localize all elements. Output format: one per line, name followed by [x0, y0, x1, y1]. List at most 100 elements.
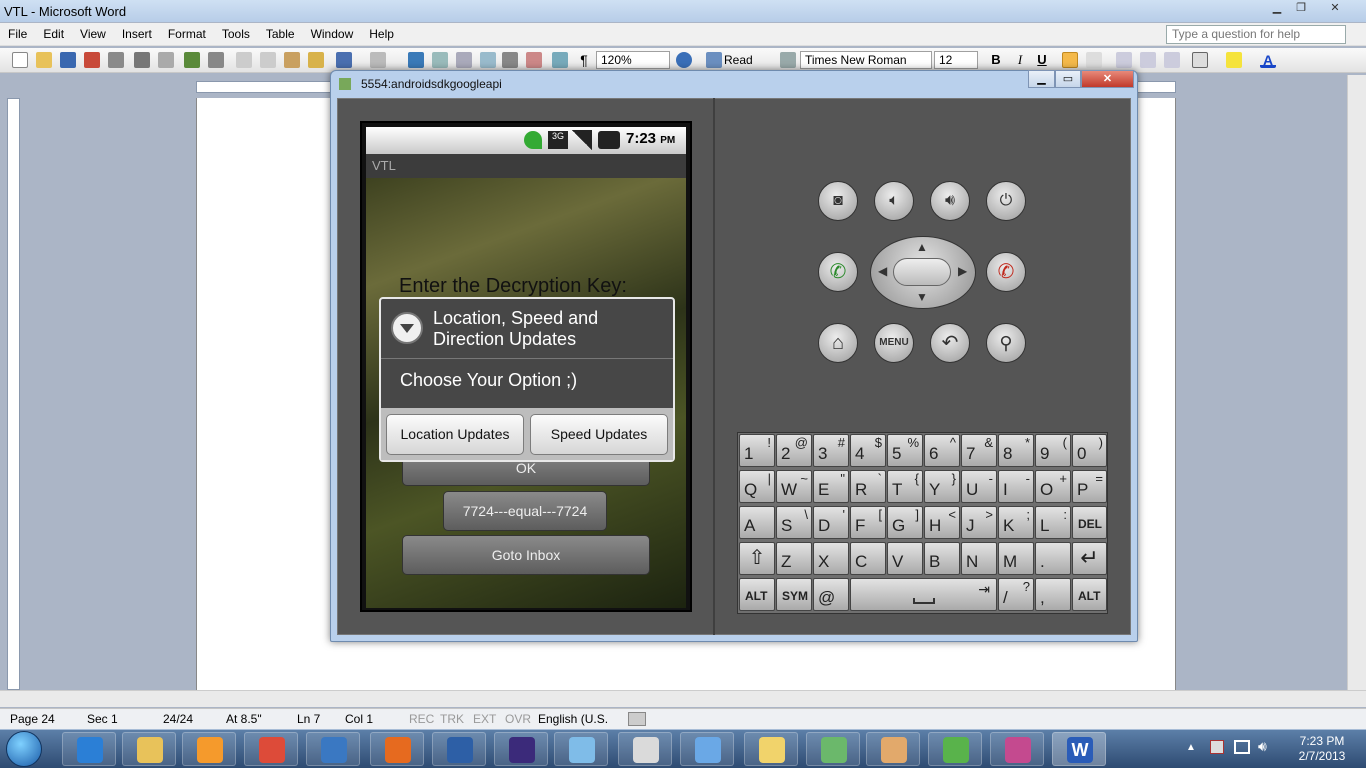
key-t[interactable]: T{	[887, 470, 923, 503]
insert-table-icon[interactable]	[456, 52, 472, 68]
italic-button[interactable]: I	[1012, 52, 1028, 68]
menu-window[interactable]: Window	[303, 27, 362, 41]
speed-updates-button[interactable]: Speed Updates	[530, 414, 668, 455]
taskbar-folder[interactable]	[744, 732, 798, 766]
key-r[interactable]: R `	[850, 470, 886, 503]
emulator-minimize-button[interactable]: ▁	[1028, 70, 1055, 88]
enter-icon[interactable]: ↵	[1072, 542, 1107, 575]
start-button-icon[interactable]	[6, 731, 42, 767]
menu-view[interactable]: View	[72, 27, 114, 41]
key-at[interactable]: @	[813, 578, 849, 611]
key-c[interactable]: C	[850, 542, 886, 575]
shift-icon[interactable]: ⇧	[739, 542, 775, 575]
key-g[interactable]: G]	[887, 506, 923, 539]
font-color-icon[interactable]: A	[1260, 52, 1276, 68]
key-z[interactable]: Z	[776, 542, 812, 575]
borders-icon[interactable]	[1192, 52, 1208, 68]
format-painter-icon[interactable]	[308, 52, 324, 68]
print-icon[interactable]	[134, 52, 150, 68]
camera-icon[interactable]: ◙	[818, 181, 858, 221]
permission-icon[interactable]	[84, 52, 100, 68]
vertical-scrollbar[interactable]	[1347, 75, 1366, 690]
help-search-input[interactable]: Type a question for help	[1166, 25, 1346, 44]
drawing-icon[interactable]	[526, 52, 542, 68]
emulator-maximize-button[interactable]: ▭	[1055, 70, 1081, 88]
taskbar-eclipse[interactable]	[494, 732, 548, 766]
taskbar-paint[interactable]	[866, 732, 920, 766]
key-h[interactable]: H <	[924, 506, 960, 539]
dpad-right-icon[interactable]: ▶	[958, 264, 967, 278]
tray-expand-icon[interactable]: ▲	[1186, 742, 1196, 753]
dpad-up-icon[interactable]: ▲	[916, 240, 928, 254]
key-8[interactable]: 8 *	[998, 434, 1034, 467]
taskbar-media-player[interactable]	[182, 732, 236, 766]
key-5[interactable]: 5%	[887, 434, 923, 467]
key-e[interactable]: E "	[813, 470, 849, 503]
key-y[interactable]: Y}	[924, 470, 960, 503]
styles-icon[interactable]	[780, 52, 796, 68]
status-ext[interactable]: EXT	[473, 712, 496, 726]
save-icon[interactable]	[60, 52, 76, 68]
key-slash[interactable]: /?	[998, 578, 1034, 611]
bold-button[interactable]: B	[988, 52, 1004, 68]
location-updates-button[interactable]: Location Updates	[386, 414, 524, 455]
key-o[interactable]: O +	[1035, 470, 1071, 503]
key-6[interactable]: 6 ^	[924, 434, 960, 467]
minimize-button[interactable]: ▁	[1266, 1, 1288, 17]
taskbar-calculator[interactable]	[618, 732, 672, 766]
align-left-icon[interactable]	[1062, 52, 1078, 68]
numbering-icon[interactable]	[1116, 52, 1132, 68]
taskbar-app8[interactable]	[432, 732, 486, 766]
taskbar-search-app[interactable]	[928, 732, 982, 766]
taskbar-clock[interactable]: 7:23 PM 2/7/2013	[1284, 734, 1360, 764]
key-alt-right[interactable]: ALT	[1072, 578, 1107, 611]
call-icon[interactable]: ✆	[818, 252, 858, 292]
new-document-icon[interactable]	[12, 52, 28, 68]
status-rec[interactable]: REC	[409, 712, 434, 726]
taskbar-tool[interactable]	[306, 732, 360, 766]
key-b[interactable]: B	[924, 542, 960, 575]
email-icon[interactable]	[108, 52, 124, 68]
emulator-close-button[interactable]: ✕	[1081, 70, 1134, 88]
menu-insert[interactable]: Insert	[114, 27, 160, 41]
menu-help[interactable]: Help	[361, 27, 402, 41]
key-u[interactable]: U-	[961, 470, 997, 503]
key-del[interactable]: DEL	[1072, 506, 1107, 539]
back-icon[interactable]: ↶	[930, 323, 970, 363]
insert-excel-icon[interactable]	[480, 52, 496, 68]
vertical-ruler[interactable]	[0, 98, 26, 690]
dpad-center-button[interactable]	[893, 258, 951, 286]
menu-format[interactable]: Format	[160, 27, 214, 41]
menu-edit[interactable]: Edit	[35, 27, 72, 41]
volume-down-icon[interactable]: 🔈︎	[874, 181, 914, 221]
volume-up-icon[interactable]: 🔊︎	[930, 181, 970, 221]
underline-button[interactable]: U	[1034, 52, 1050, 68]
power-icon[interactable]: ⏻	[986, 181, 1026, 221]
restore-button[interactable]: ❐	[1290, 1, 1312, 17]
space-key[interactable]: ⇥	[850, 578, 997, 611]
print-preview-icon[interactable]	[158, 52, 174, 68]
home-icon[interactable]: ⌂	[818, 323, 858, 363]
key-4[interactable]: 4 $	[850, 434, 886, 467]
hyperlink-icon[interactable]	[408, 52, 424, 68]
dpad-down-icon[interactable]: ▼	[916, 290, 928, 304]
key-w[interactable]: W ~	[776, 470, 812, 503]
open-folder-icon[interactable]	[36, 52, 52, 68]
status-ovr[interactable]: OVR	[505, 712, 531, 726]
read-label[interactable]: Read	[724, 53, 753, 67]
read-icon[interactable]	[706, 52, 722, 68]
key-1[interactable]: 1!	[739, 434, 775, 467]
menu-tools[interactable]: Tools	[214, 27, 258, 41]
research-icon[interactable]	[208, 52, 224, 68]
taskbar-ie[interactable]	[62, 732, 116, 766]
menu-table[interactable]: Table	[258, 27, 303, 41]
menu-file[interactable]: File	[0, 27, 35, 41]
close-button[interactable]: ✕	[1324, 1, 1346, 17]
key-x[interactable]: X	[813, 542, 849, 575]
key-f[interactable]: F[	[850, 506, 886, 539]
key-j[interactable]: J >	[961, 506, 997, 539]
zoom-select[interactable]: 120%	[596, 51, 670, 69]
help-icon[interactable]	[676, 52, 692, 68]
key-i[interactable]: I-	[998, 470, 1034, 503]
dpad-left-icon[interactable]: ◀	[878, 264, 887, 278]
